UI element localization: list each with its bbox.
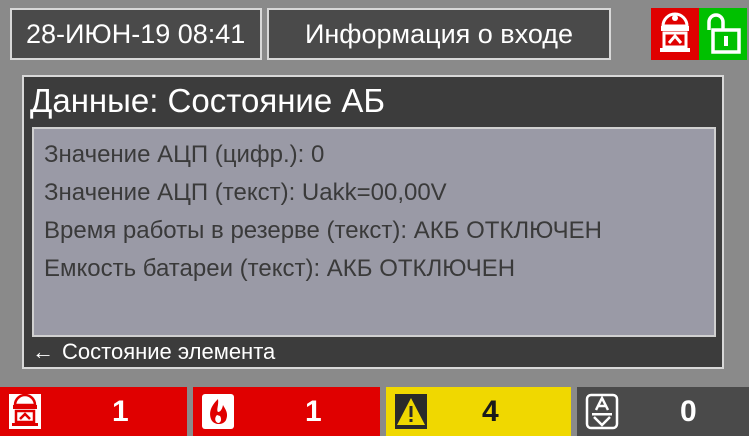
warning-count: 4: [482, 394, 499, 428]
fault-icon: [585, 393, 619, 430]
flame-counter[interactable]: 1: [193, 387, 380, 436]
panel-title: Данные: Состояние АБ: [30, 82, 386, 119]
unlocked-padlock-icon: [707, 13, 741, 54]
panel-body: Значение АЦП (цифр.): 0 Значение АЦП (те…: [32, 127, 716, 337]
data-row-backup-time: Время работы в резерве (текст): АКБ ОТКЛ…: [44, 217, 602, 244]
warning-counter[interactable]: 4: [386, 387, 571, 436]
fire-alarm-icon: [8, 393, 42, 430]
lock-status-button[interactable]: [699, 8, 747, 60]
fault-count: 0: [680, 394, 697, 428]
fire-alarm-icon: [660, 12, 690, 52]
back-arrow-icon: ←: [32, 339, 54, 364]
warning-triangle-icon: [394, 393, 428, 430]
fault-counter[interactable]: 0: [577, 387, 749, 436]
datetime-display: 28-ИЮН-19 08:41: [10, 8, 262, 60]
data-row-adc-digital: Значение АЦП (цифр.): 0: [44, 141, 325, 168]
flame-icon: [201, 393, 235, 430]
data-row-battery-capacity: Емкость батареи (текст): АКБ ОТКЛЮЧЕН: [44, 255, 516, 282]
back-to-element-state-link[interactable]: ← Состояние элемента: [32, 339, 275, 365]
data-panel: Данные: Состояние АБ Значение АЦП (цифр.…: [22, 75, 724, 369]
bottom-counter-bar: 1 1 4 0: [0, 387, 749, 436]
page-title: Информация о входе: [267, 8, 611, 60]
data-row-adc-text: Значение АЦП (текст): Uakk=00,00V: [44, 179, 447, 206]
back-link-label: Состояние элемента: [62, 339, 276, 364]
top-bar: 28-ИЮН-19 08:41 Информация о входе: [0, 0, 749, 75]
fire-alarm-count: 1: [112, 394, 129, 428]
fire-alarm-status-button[interactable]: [651, 8, 699, 60]
flame-count: 1: [305, 394, 322, 428]
fire-alarm-counter[interactable]: 1: [0, 387, 187, 436]
